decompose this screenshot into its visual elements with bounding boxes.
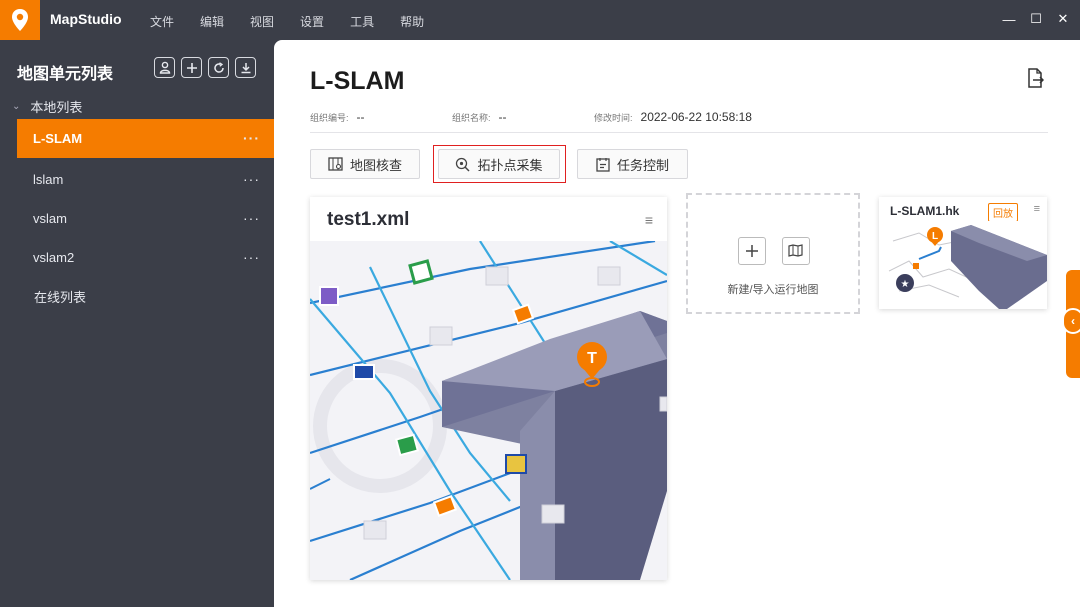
map-check-icon xyxy=(328,157,343,171)
menu-help[interactable]: 帮助 xyxy=(400,13,424,30)
map-check-button[interactable]: 地图核查 xyxy=(310,149,420,179)
new-map-button[interactable] xyxy=(738,237,766,265)
org-name-field: 组织名称: -- xyxy=(452,110,507,124)
highlight-outline xyxy=(433,145,566,183)
modified-time-field: 修改时间: 2022-06-22 10:58:18 xyxy=(594,110,752,124)
star-marker-icon: ★ xyxy=(896,274,914,292)
more-options-icon[interactable]: ··· xyxy=(243,171,260,187)
close-button[interactable]: ✕ xyxy=(1056,11,1070,27)
refresh-button[interactable] xyxy=(208,57,229,78)
user-icon xyxy=(159,61,170,74)
export-file-icon[interactable] xyxy=(1026,68,1044,88)
window-controls: — ☐ ✕ xyxy=(1002,11,1070,27)
map-card-name: test1.xml xyxy=(327,209,410,230)
menu-bar: 文件 编辑 视图 设置 工具 帮助 xyxy=(150,13,450,30)
new-map-label: 新建/导入运行地图 xyxy=(727,284,819,296)
new-map-card[interactable]: 新建/导入运行地图 xyxy=(686,193,860,314)
online-list-label: 在线列表 xyxy=(34,290,87,305)
sidebar: 地图单元列表 ⌄ 本地列表 L-SLAM ··· lslam ··· vslam… xyxy=(0,40,274,607)
import-map-button[interactable] xyxy=(782,237,810,265)
user-button[interactable] xyxy=(154,57,175,78)
task-control-button[interactable]: 任务控制 xyxy=(577,149,688,179)
sidebar-item-vslam2[interactable]: vslam2 ··· xyxy=(17,238,274,277)
marker-letter: L xyxy=(932,231,938,242)
svg-text:★: ★ xyxy=(901,279,910,290)
header-divider xyxy=(310,132,1048,133)
sidebar-title: 地图单元列表 xyxy=(17,66,114,83)
app-name: MapStudio xyxy=(50,11,122,27)
more-options-icon[interactable]: ··· xyxy=(243,130,260,146)
marker-letter: T xyxy=(587,350,597,367)
card-menu-icon[interactable]: ≡ xyxy=(645,212,653,228)
map-check-label: 地图核查 xyxy=(349,157,402,173)
sidebar-toolbar xyxy=(154,57,256,78)
chevron-left-icon[interactable]: ‹ xyxy=(1062,308,1080,334)
menu-file[interactable]: 文件 xyxy=(150,13,174,30)
download-icon xyxy=(241,62,250,73)
panel-toggle-tab[interactable]: ‹ xyxy=(1062,270,1080,378)
menu-tools[interactable]: 工具 xyxy=(350,13,374,30)
sidebar-item-label: lslam xyxy=(33,172,64,187)
local-list-label: 本地列表 xyxy=(30,100,83,115)
sidebar-item-label: L-SLAM xyxy=(33,131,83,146)
plus-icon xyxy=(186,62,197,73)
sidebar-item-l-slam[interactable]: L-SLAM ··· xyxy=(17,119,274,158)
add-map-button[interactable] xyxy=(181,57,202,78)
map-preview: T xyxy=(310,241,667,580)
sidebar-item-label: vslam2 xyxy=(33,250,75,265)
chevron-down-icon: ⌄ xyxy=(12,101,21,112)
more-options-icon[interactable]: ··· xyxy=(243,210,260,226)
maximize-button[interactable]: ☐ xyxy=(1029,11,1043,27)
refresh-icon xyxy=(213,61,224,73)
page-title: L-SLAM xyxy=(310,67,405,95)
new-map-actions xyxy=(738,237,810,265)
modified-time-label: 修改时间: xyxy=(594,113,633,123)
org-id-label: 组织编号: xyxy=(310,113,349,123)
task-control-icon xyxy=(596,157,610,172)
sidebar-item-label: vslam xyxy=(33,211,67,226)
org-name-value: -- xyxy=(498,110,507,124)
org-id-value: -- xyxy=(356,110,365,124)
import-map-icon xyxy=(788,244,803,257)
sidebar-item-vslam[interactable]: vslam ··· xyxy=(17,199,274,238)
main-panel: L-SLAM 组织编号: -- 组织名称: -- 修改时间: 2022-06-2… xyxy=(274,40,1080,607)
download-button[interactable] xyxy=(235,57,256,78)
map-card-l-slam1[interactable]: L-SLAM1.hk 回放 ≡ L ★ xyxy=(879,197,1047,309)
map-card-test1[interactable]: test1.xml ≡ T xyxy=(310,197,667,580)
map-pin-icon xyxy=(12,9,28,31)
menu-view[interactable]: 视图 xyxy=(250,13,274,30)
local-list-group[interactable]: ⌄ 本地列表 xyxy=(12,97,82,116)
plus-icon xyxy=(746,245,758,257)
sidebar-item-lslam[interactable]: lslam ··· xyxy=(17,160,274,199)
online-list-group[interactable]: 在线列表 xyxy=(34,287,86,306)
mini-map-preview: L ★ xyxy=(879,221,1047,309)
org-name-label: 组织名称: xyxy=(452,113,491,123)
more-options-icon[interactable]: ··· xyxy=(243,249,260,265)
app-logo xyxy=(0,0,40,40)
mini-card-name: L-SLAM1.hk xyxy=(890,204,960,218)
menu-edit[interactable]: 编辑 xyxy=(200,13,224,30)
org-id-field: 组织编号: -- xyxy=(310,110,365,124)
modified-time-value: 2022-06-22 10:58:18 xyxy=(640,110,752,124)
task-control-label: 任务控制 xyxy=(616,157,669,173)
card-menu-icon[interactable]: ≡ xyxy=(1034,203,1040,215)
menu-settings[interactable]: 设置 xyxy=(300,13,324,30)
playback-badge[interactable]: 回放 xyxy=(988,203,1018,222)
minimize-button[interactable]: — xyxy=(1002,11,1016,27)
title-bar: MapStudio 文件 编辑 视图 设置 工具 帮助 — ☐ ✕ xyxy=(0,0,1080,40)
